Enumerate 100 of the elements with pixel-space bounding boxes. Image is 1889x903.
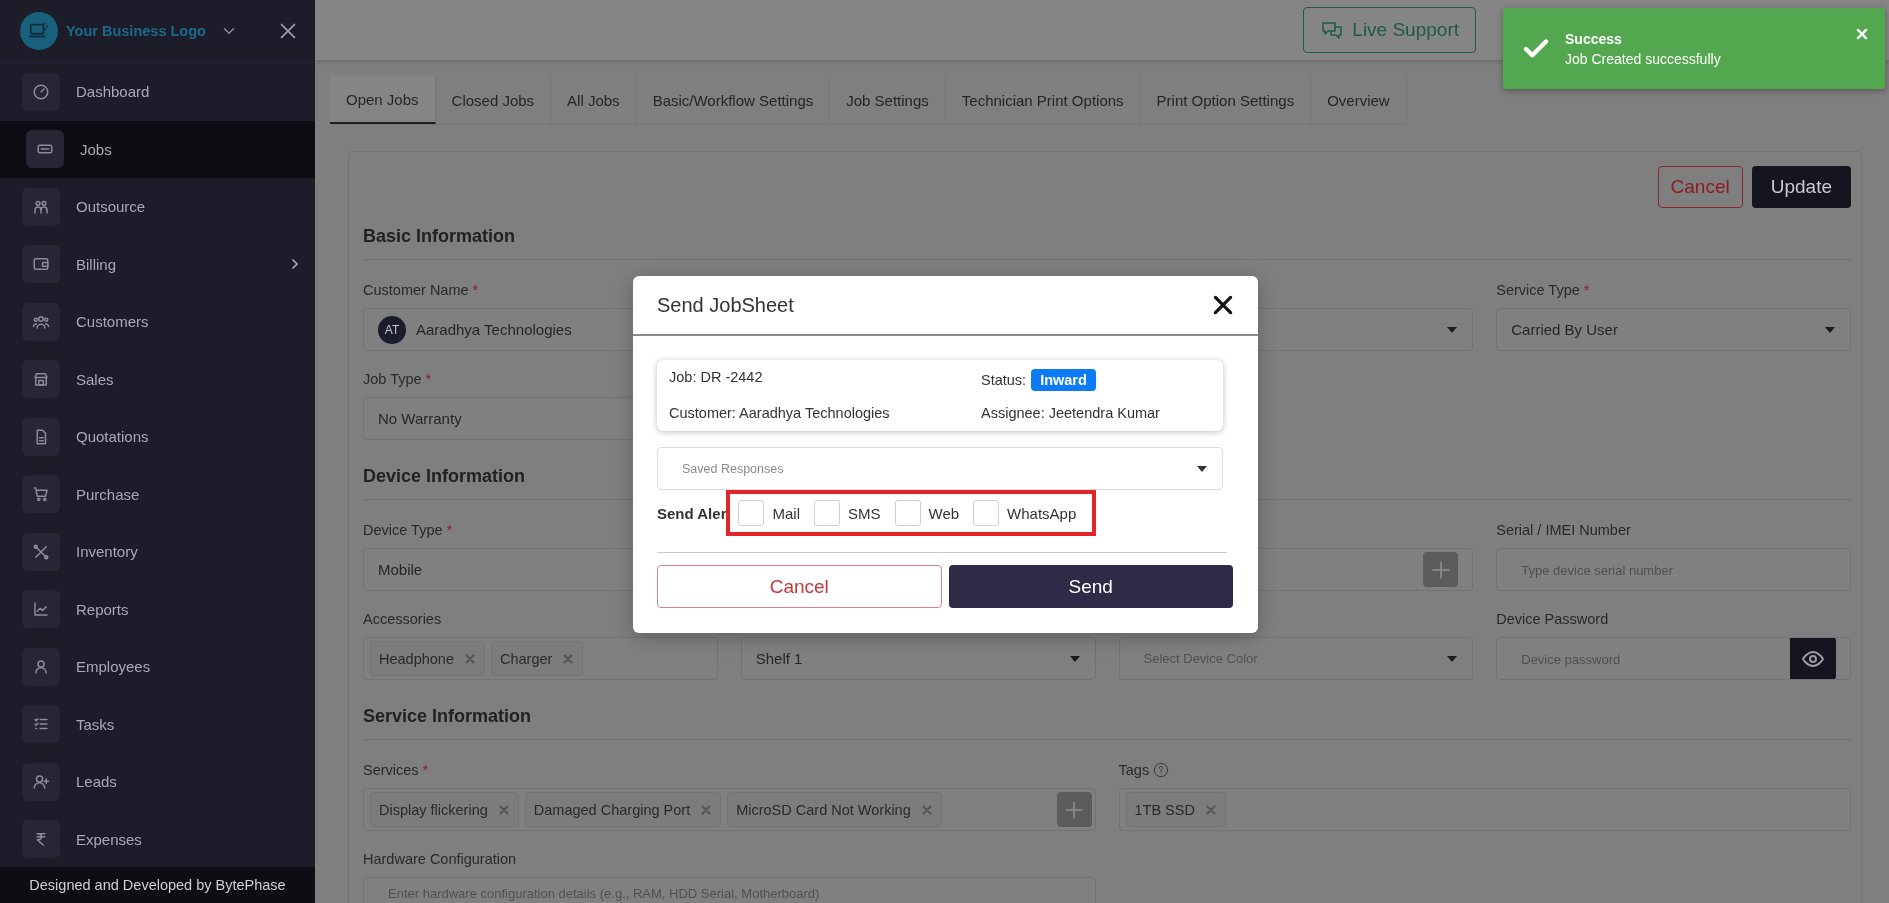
field-label: Tags xyxy=(1118,762,1150,778)
sidebar-label: Dashboard xyxy=(76,83,150,101)
sidebar-label: Reports xyxy=(76,600,129,618)
field-label: Hardware Configuration xyxy=(363,851,517,867)
checkbox[interactable] xyxy=(738,500,765,526)
tag-chip[interactable]: MicroSD Card Not Working xyxy=(727,792,942,827)
caret-icon xyxy=(1068,654,1081,663)
checkbox-label: SMS xyxy=(848,504,881,522)
tag-chip[interactable]: Display flickering xyxy=(370,792,519,827)
field-label: Device Password xyxy=(1496,611,1609,627)
cart-icon xyxy=(32,485,50,504)
tab[interactable]: All Jobs xyxy=(551,76,637,124)
sidebar-item[interactable]: Purchase xyxy=(0,465,315,523)
tools-icon xyxy=(32,542,50,561)
field-label: Service Type xyxy=(1496,282,1580,298)
sidebar-item[interactable]: Quotations xyxy=(0,408,315,466)
sidebar-label: Customers xyxy=(76,313,149,331)
sidebar-item[interactable]: Billing xyxy=(0,235,315,293)
sidebar-label: Sales xyxy=(76,370,114,388)
assignee-text: Assignee: Jeetendra Kumar xyxy=(981,405,1161,421)
checkbox[interactable] xyxy=(894,500,921,526)
customer-avatar: AT xyxy=(378,315,406,344)
field-label: Job Type xyxy=(363,371,422,387)
required-mark: * xyxy=(1583,282,1590,298)
remove-icon xyxy=(1204,803,1217,816)
tag-input[interactable]: Display flickering Damaged Charging Port MicroSD Card Not Working xyxy=(363,788,1096,831)
job-number: Job: DR -2442 xyxy=(669,369,764,387)
sidebar-item[interactable]: Dashboard xyxy=(0,63,315,121)
tag-input[interactable]: 1TB SSD xyxy=(1118,788,1851,831)
required-mark: * xyxy=(425,371,432,387)
sidebar-item[interactable]: Inventory xyxy=(0,523,315,581)
sidebar-label: Employees xyxy=(76,658,151,676)
caret-icon xyxy=(1446,325,1459,334)
saved-responses-select[interactable]: Saved Responses xyxy=(657,447,1223,490)
field-label: Serial / IMEI Number xyxy=(1496,522,1631,538)
sidebar-label: Purchase xyxy=(76,485,140,503)
person-icon xyxy=(32,657,50,676)
sidebar-item[interactable]: Reports xyxy=(0,580,315,638)
tab[interactable]: Overview xyxy=(1311,76,1407,124)
logo-icon xyxy=(20,12,58,50)
live-support-button[interactable]: Live Support xyxy=(1303,7,1476,53)
checkbox-label: Mail xyxy=(772,504,800,522)
tab[interactable]: Open Jobs xyxy=(330,76,436,124)
toast-message: Job Created successfully xyxy=(1565,50,1722,67)
cancel-button[interactable]: Cancel xyxy=(1657,166,1743,208)
tab[interactable]: Print Option Settings xyxy=(1140,76,1312,124)
sidebar-label: Leads xyxy=(76,773,117,791)
sidebar-label: Outsource xyxy=(76,198,146,216)
remove-icon xyxy=(920,803,933,816)
section-title: Basic Information xyxy=(363,216,1851,260)
sidebar-item[interactable]: Expenses xyxy=(0,810,315,867)
required-mark: * xyxy=(422,762,429,778)
select-field[interactable]: Shelf 1 xyxy=(740,637,1096,680)
checkbox-label: WhatsApp xyxy=(1007,504,1077,522)
show-password-button[interactable] xyxy=(1790,638,1836,679)
sidebar-item[interactable]: Sales xyxy=(0,350,315,408)
sidebar-label: Expenses xyxy=(76,830,142,848)
remove-icon xyxy=(562,652,575,665)
tag-input[interactable]: Headphone Charger xyxy=(363,637,718,680)
tab[interactable]: Closed Jobs xyxy=(435,76,552,124)
caret-icon xyxy=(1196,464,1208,473)
status-label: Status: xyxy=(981,372,1027,388)
tag-chip[interactable]: Charger xyxy=(491,641,584,676)
sidebar-label: Jobs xyxy=(80,140,112,158)
sidebar-label: Quotations xyxy=(76,428,149,446)
status-badge: Inward xyxy=(1031,369,1096,391)
checkbox[interactable] xyxy=(814,500,840,526)
send-button[interactable]: Send xyxy=(948,565,1233,608)
store-icon xyxy=(32,370,50,389)
remove-icon xyxy=(497,803,510,816)
tab[interactable]: Job Settings xyxy=(830,76,946,124)
toast-title: Success xyxy=(1565,30,1623,47)
select-field[interactable]: Carried By User xyxy=(1496,308,1851,351)
caret-icon xyxy=(1446,654,1459,663)
tag-chip[interactable]: Headphone xyxy=(370,641,485,676)
close-icon xyxy=(1855,26,1869,41)
cancel-button[interactable]: Cancel xyxy=(657,565,942,608)
sidebar-item[interactable]: Jobs xyxy=(0,120,315,178)
tab[interactable]: Basic/Workflow Settings xyxy=(636,76,831,124)
update-button[interactable]: Update xyxy=(1751,166,1851,208)
tag-chip[interactable]: 1TB SSD xyxy=(1125,792,1226,827)
tab[interactable]: Technician Print Options xyxy=(945,76,1141,124)
sidebar-item[interactable]: Customers xyxy=(0,293,315,351)
sidebar-item[interactable]: Leads xyxy=(0,753,315,811)
field-label: Accessories xyxy=(363,611,442,627)
add-button[interactable] xyxy=(1056,792,1092,827)
send-alert-label: Send Aler xyxy=(657,504,727,522)
checkbox[interactable] xyxy=(973,500,1000,526)
add-button[interactable] xyxy=(1423,552,1459,587)
sidebar-item[interactable]: Tasks xyxy=(0,695,315,753)
section-title: Service Information xyxy=(363,696,1851,740)
sidebar-item[interactable]: Outsource xyxy=(0,178,315,236)
caret-icon xyxy=(1824,325,1836,334)
footer-credit: Designed and Developed by BytePhase xyxy=(0,867,315,903)
chart-icon xyxy=(32,600,50,619)
tag-chip[interactable]: Damaged Charging Port xyxy=(524,792,722,827)
sidebar-item[interactable]: Employees xyxy=(0,638,315,696)
gauge-icon xyxy=(32,82,50,101)
sidebar-label: Tasks xyxy=(76,715,115,733)
required-mark: * xyxy=(446,522,453,538)
